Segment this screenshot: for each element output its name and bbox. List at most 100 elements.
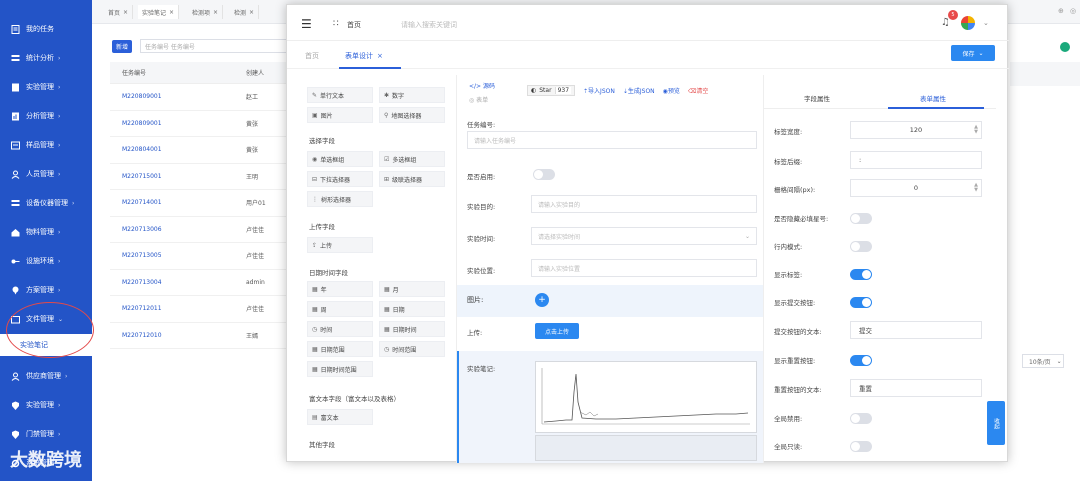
- sidebar-item-my-tasks[interactable]: 我的任务: [0, 17, 92, 41]
- show-label-toggle[interactable]: [850, 269, 872, 280]
- time-select[interactable]: 请选择实验时间 ⌄: [531, 227, 757, 245]
- palette-item[interactable]: ⇪ 上传: [307, 237, 373, 253]
- collapse-panel-button[interactable]: 收起: [987, 401, 1005, 445]
- task-id[interactable]: M220712011: [110, 305, 246, 312]
- tab-field-properties[interactable]: 字段属性: [804, 93, 830, 103]
- tab-home[interactable]: 首页: [305, 51, 319, 61]
- task-id[interactable]: M220804001: [110, 146, 246, 153]
- add-image-icon[interactable]: +: [535, 293, 549, 307]
- task-id[interactable]: M220809001: [110, 93, 246, 100]
- inline-mode-toggle[interactable]: [850, 241, 872, 252]
- table-row[interactable]: M220713006 卢佳佳: [110, 217, 290, 243]
- preview-button[interactable]: ◉预览: [663, 86, 680, 95]
- settings-icon[interactable]: ◎: [1070, 7, 1076, 15]
- stepper-arrows-icon[interactable]: ▲ ▼: [974, 183, 978, 193]
- label-width-stepper[interactable]: 120 ▲ ▼: [850, 121, 982, 139]
- close-icon[interactable]: ×: [213, 9, 218, 16]
- palette-item[interactable]: ⊞ 级联选择器: [379, 171, 445, 187]
- palette-item[interactable]: ◉ 单选框组: [307, 151, 373, 167]
- show-submit-toggle[interactable]: [850, 297, 872, 308]
- refresh-icon[interactable]: ⊕: [1058, 7, 1064, 15]
- table-row[interactable]: M220809001 赵工: [110, 84, 290, 111]
- tab-test[interactable]: 检测 ×: [230, 5, 260, 19]
- table-row[interactable]: M220715001 王明: [110, 164, 290, 190]
- form-field-image[interactable]: 图片: +: [457, 285, 763, 317]
- avatar[interactable]: [961, 16, 975, 30]
- import-json-button[interactable]: ⇡导入JSON: [583, 86, 615, 95]
- sidebar-item-access[interactable]: 门禁管理 ›: [0, 422, 92, 446]
- sidebar-subitem-lab-notes[interactable]: 实验笔记: [0, 334, 92, 356]
- table-row[interactable]: M220804001 黄张: [110, 137, 290, 164]
- sidebar-item-samples[interactable]: 样品管理 ›: [0, 133, 92, 157]
- github-star-button[interactable]: ◐ Star 937: [527, 84, 576, 96]
- sidebar-item-analysis[interactable]: 分析管理 ›: [0, 104, 92, 128]
- palette-item[interactable]: ▣ 图片: [307, 107, 373, 123]
- export-json-button[interactable]: ⇣生成JSON: [623, 86, 655, 95]
- palette-item[interactable]: ▦ 日期范围: [307, 341, 373, 357]
- table-row[interactable]: M220713005 卢佳佳: [110, 243, 290, 270]
- location-input[interactable]: 请输入实验位置: [531, 259, 757, 277]
- close-icon[interactable]: ×: [169, 9, 174, 16]
- close-icon[interactable]: ×: [249, 9, 254, 16]
- sidebar-item-plans[interactable]: 方案管理 ›: [0, 278, 92, 302]
- sidebar-item-facilities[interactable]: 设施环境 ›: [0, 249, 92, 273]
- reset-text-input[interactable]: 重置: [850, 379, 982, 397]
- table-row[interactable]: M220809001 黄张: [110, 111, 290, 137]
- palette-item[interactable]: ▦ 月: [379, 281, 445, 297]
- submit-text-input[interactable]: 提交: [850, 321, 982, 339]
- palette-item[interactable]: ▦ 周: [307, 301, 373, 317]
- table-row[interactable]: M220714001 用户01: [110, 190, 290, 217]
- table-row[interactable]: M220712010 王嫣: [110, 323, 290, 349]
- tab-form-properties[interactable]: 表单属性: [920, 93, 946, 103]
- save-button[interactable]: 保存 ⌄: [951, 45, 995, 61]
- sidebar-item-personnel[interactable]: 人员管理 ›: [0, 162, 92, 186]
- palette-item[interactable]: ☑ 多选框组: [379, 151, 445, 167]
- close-icon[interactable]: ×: [377, 52, 383, 60]
- palette-item[interactable]: ⊟ 下拉选择器: [307, 171, 373, 187]
- global-readonly-toggle[interactable]: [850, 441, 872, 452]
- page-size-select[interactable]: 10条/页 ⌄: [1022, 354, 1064, 368]
- search-input[interactable]: 任务编号 任务编号: [140, 39, 290, 53]
- clear-button[interactable]: ⌫清空: [688, 86, 709, 95]
- palette-item[interactable]: ✱ 数字: [379, 87, 445, 103]
- source-link[interactable]: </> 源码: [469, 81, 495, 90]
- palette-item[interactable]: ◷ 时间: [307, 321, 373, 337]
- enabled-toggle[interactable]: [533, 169, 555, 180]
- task-id[interactable]: M220712010: [110, 332, 246, 339]
- form-link[interactable]: ◎ 表单: [469, 95, 488, 104]
- upload-button[interactable]: 点击上传: [535, 323, 579, 339]
- palette-item[interactable]: ▦ 日期时间范围: [307, 361, 373, 377]
- table-row[interactable]: M220712011 卢佳佳: [110, 296, 290, 323]
- task-id[interactable]: M220713004: [110, 279, 246, 286]
- tab-lab-notes[interactable]: 实验笔记 ×: [138, 5, 180, 19]
- palette-item[interactable]: ▦ 日期时间: [379, 321, 445, 337]
- task-number-input[interactable]: 请输入任务编号: [467, 131, 757, 149]
- label-suffix-input[interactable]: :: [850, 151, 982, 169]
- palette-item[interactable]: ⋮ 树形选择器: [307, 191, 373, 207]
- purpose-input[interactable]: 请输入实验目的: [531, 195, 757, 213]
- task-id[interactable]: M220715001: [110, 173, 246, 180]
- task-id[interactable]: M220714001: [110, 199, 246, 206]
- sidebar-item-lab-management[interactable]: 实验管理 ›: [0, 393, 92, 417]
- palette-item[interactable]: ▦ 日期: [379, 301, 445, 317]
- sidebar-item-statistics[interactable]: 统计分析 ›: [0, 46, 92, 70]
- menu-icon[interactable]: ☰: [301, 17, 312, 31]
- sidebar-item-equipment[interactable]: 设备仪器管理 ›: [0, 191, 92, 215]
- sidebar-item-materials[interactable]: 物料管理 ›: [0, 220, 92, 244]
- new-button[interactable]: 新增: [112, 40, 132, 53]
- task-id[interactable]: M220809001: [110, 120, 246, 127]
- task-id[interactable]: M220713005: [110, 252, 246, 259]
- sidebar-item-experiment[interactable]: 实验管理 ›: [0, 75, 92, 99]
- palette-item[interactable]: ▤ 富文本: [307, 409, 373, 425]
- sidebar-item-files[interactable]: 文件管理 ⌄: [0, 307, 92, 331]
- chevron-down-icon[interactable]: ⌄: [983, 19, 989, 27]
- palette-item[interactable]: ⚲ 地图选择器: [379, 107, 445, 123]
- table-row[interactable]: M220713004 admin: [110, 270, 290, 296]
- tab-home[interactable]: 首页 ×: [104, 5, 134, 19]
- task-id[interactable]: M220713006: [110, 226, 246, 233]
- show-reset-toggle[interactable]: [850, 355, 872, 366]
- stepper-arrows-icon[interactable]: ▲ ▼: [974, 125, 978, 135]
- tab-test-items[interactable]: 检测项 ×: [188, 5, 224, 19]
- palette-item[interactable]: ✎ 单行文本: [307, 87, 373, 103]
- status-dot-icon[interactable]: [1060, 42, 1070, 52]
